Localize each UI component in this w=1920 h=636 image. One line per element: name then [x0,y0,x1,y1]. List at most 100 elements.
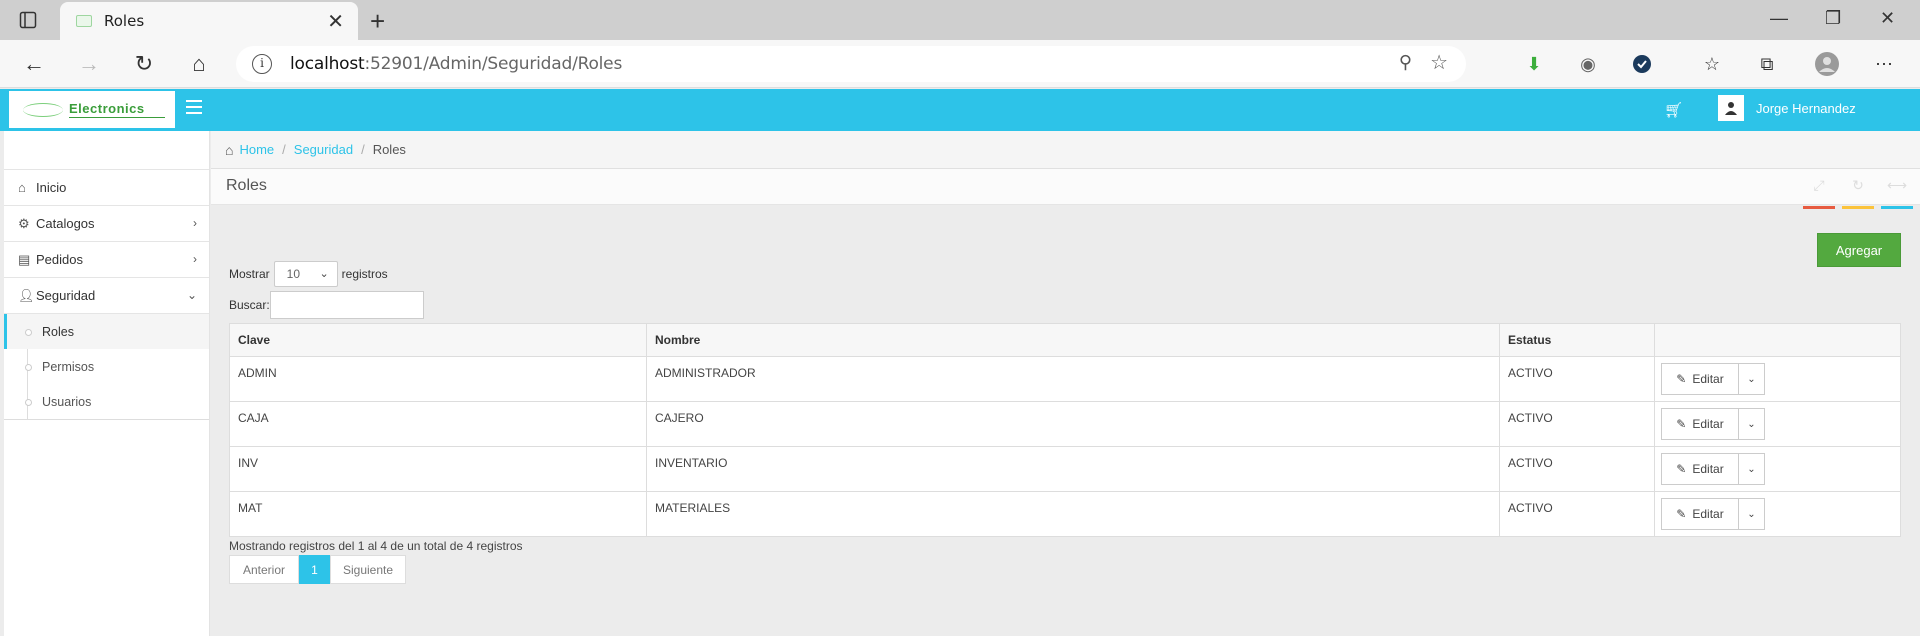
app-header: Electronics 🛒︎ Jorge Hernandez [0,89,1920,131]
sidebar-subitem-roles[interactable]: Roles [4,314,209,349]
back-icon[interactable]: ← [20,50,48,78]
edit-label: Editar [1692,417,1724,431]
column-header-actions [1654,323,1901,357]
sidebar-subitem-permisos[interactable]: Permisos [4,349,209,384]
new-tab-icon[interactable]: + [370,6,385,37]
refresh-widget-icon[interactable]: ↻ [1842,177,1874,209]
sidebar-item-catalogos[interactable]: ⚙ Catalogos › [4,206,209,242]
close-tab-icon[interactable]: ✕ [327,9,344,34]
url-text[interactable]: localhost:52901/Admin/Seguridad/Roles [290,54,622,74]
table-info: Mostrando registros del 1 al 4 de un tot… [229,539,523,553]
url-host: localhost [290,54,365,74]
sidebar-item-label: Pedidos [36,252,83,267]
pagination-prev[interactable]: Anterior [229,555,299,584]
breadcrumb-home-link[interactable]: Home [239,142,274,157]
cell-nombre: MATERIALES [646,491,1500,537]
tab-actions-icon[interactable] [18,10,38,30]
pagination-next[interactable]: Siguiente [330,555,406,584]
collapse-icon[interactable]: ⟷ [1881,177,1913,209]
chevron-down-icon: ⌄ [186,288,197,302]
sidebar-top [4,131,209,170]
pagination-page[interactable]: 1 [299,555,330,584]
favorites-icon[interactable]: ☆ [1700,52,1724,76]
cell-clave: ADMIN [229,356,647,402]
edit-button[interactable]: ✎ Editar [1661,363,1739,395]
sidebar-subitem-usuarios[interactable]: Usuarios [4,384,209,419]
chevron-down-icon: ⌄ [1747,508,1756,520]
add-button[interactable]: Agregar [1817,233,1901,267]
restore-icon[interactable]: ❐ [1825,8,1841,29]
sidebar-item-seguridad[interactable]: 👤︎ Seguridad ⌄ [4,278,209,314]
edit-dropdown-toggle[interactable]: ⌄ [1739,408,1765,440]
cell-estatus: ACTIVO [1499,491,1655,537]
chevron-down-icon: ⌄ [1747,463,1756,475]
edit-dropdown-toggle[interactable]: ⌄ [1739,363,1765,395]
page-header: Roles ⤢ ↻ ⟷ [211,169,1920,209]
sidebar-item-pedidos[interactable]: ▤ Pedidos › [4,242,209,278]
column-header-clave[interactable]: Clave [229,323,647,357]
list-icon: ▤ [18,251,31,267]
sidebar-item-label: Seguridad [36,288,96,303]
profile-icon[interactable] [1815,52,1839,76]
table-row: ADMIN ADMINISTRADOR ACTIVO ✎ Editar ⌄ [229,356,1901,402]
edit-button-group: ✎ Editar ⌄ [1661,408,1765,440]
url-bar[interactable]: i localhost:52901/Admin/Seguridad/Roles … [236,46,1466,82]
edit-button[interactable]: ✎ Editar [1661,498,1739,530]
edit-button[interactable]: ✎ Editar [1661,453,1739,485]
browser-tabbar: Roles ✕ + — ❐ ✕ [0,0,1920,40]
chevron-down-icon: ⌄ [319,268,329,280]
tab-title: Roles [104,12,145,30]
home-browser-icon[interactable]: ⌂ [185,50,213,78]
chevron-down-icon: ⌄ [1747,373,1756,385]
minimize-icon[interactable]: — [1770,8,1788,29]
edit-label: Editar [1692,372,1724,386]
breadcrumb-separator: / [361,142,365,157]
close-window-icon[interactable]: ✕ [1880,8,1895,29]
download-extension-icon[interactable]: ⬇ [1522,52,1546,76]
cell-actions: ✎ Editar ⌄ [1654,401,1901,447]
page-length-control: Mostrar 10 ⌄ registros [229,261,388,287]
sidebar-item-inicio[interactable]: ⌂ Inicio [4,170,209,206]
fullscreen-icon[interactable]: ⤢ [1803,177,1835,209]
cell-actions: ✎ Editar ⌄ [1654,491,1901,537]
edit-icon: ✎ [1676,507,1687,521]
table-row: CAJA CAJERO ACTIVO ✎ Editar ⌄ [229,401,1901,447]
logo[interactable]: Electronics [9,91,175,128]
cell-clave: CAJA [229,401,647,447]
cell-estatus: ACTIVO [1499,401,1655,447]
collections-icon[interactable]: ⧉ [1755,52,1779,76]
add-favorite-icon[interactable]: ☆ [1430,50,1448,75]
edit-button[interactable]: ✎ Editar [1661,408,1739,440]
cart-icon[interactable]: 🛒︎ [1664,101,1683,119]
column-header-estatus[interactable]: Estatus [1499,323,1655,357]
username[interactable]: Jorge Hernandez [1756,101,1856,116]
seguridad-submenu: Roles Permisos Usuarios [4,314,209,420]
user-icon: 👤︎ [18,287,35,303]
breadcrumb-seguridad-link[interactable]: Seguridad [294,142,353,157]
site-info-icon[interactable]: i [252,54,272,74]
avatar[interactable] [1718,95,1744,121]
more-icon[interactable]: ⋯ [1872,52,1896,76]
table-header-row: Clave Nombre Estatus [229,323,1901,357]
check-extension-icon[interactable] [1630,52,1654,76]
sidebar-toggle-icon[interactable] [186,100,202,116]
cell-nombre: INVENTARIO [646,446,1500,492]
tab-favicon-icon [76,15,92,27]
column-header-nombre[interactable]: Nombre [646,323,1500,357]
refresh-icon[interactable]: ↻ [130,50,158,78]
search-label: Buscar: [229,298,270,312]
edit-button-group: ✎ Editar ⌄ [1661,363,1765,395]
search-input[interactable] [269,291,424,319]
koala-extension-icon[interactable]: ◉ [1576,52,1600,76]
zoom-icon[interactable]: ⚲ [1399,52,1412,73]
browser-tab[interactable]: Roles ✕ [60,2,358,40]
breadcrumb-current: Roles [372,142,406,157]
page-length-select[interactable]: 10 ⌄ [273,261,338,287]
edit-dropdown-toggle[interactable]: ⌄ [1739,453,1765,485]
forward-icon[interactable]: → [75,50,103,78]
cell-clave: MAT [229,491,647,537]
roles-table: Clave Nombre Estatus ADMIN ADMINISTRADOR… [229,323,1901,537]
logo-underline [69,117,165,118]
edit-dropdown-toggle[interactable]: ⌄ [1739,498,1765,530]
logo-text: Electronics [69,101,145,116]
